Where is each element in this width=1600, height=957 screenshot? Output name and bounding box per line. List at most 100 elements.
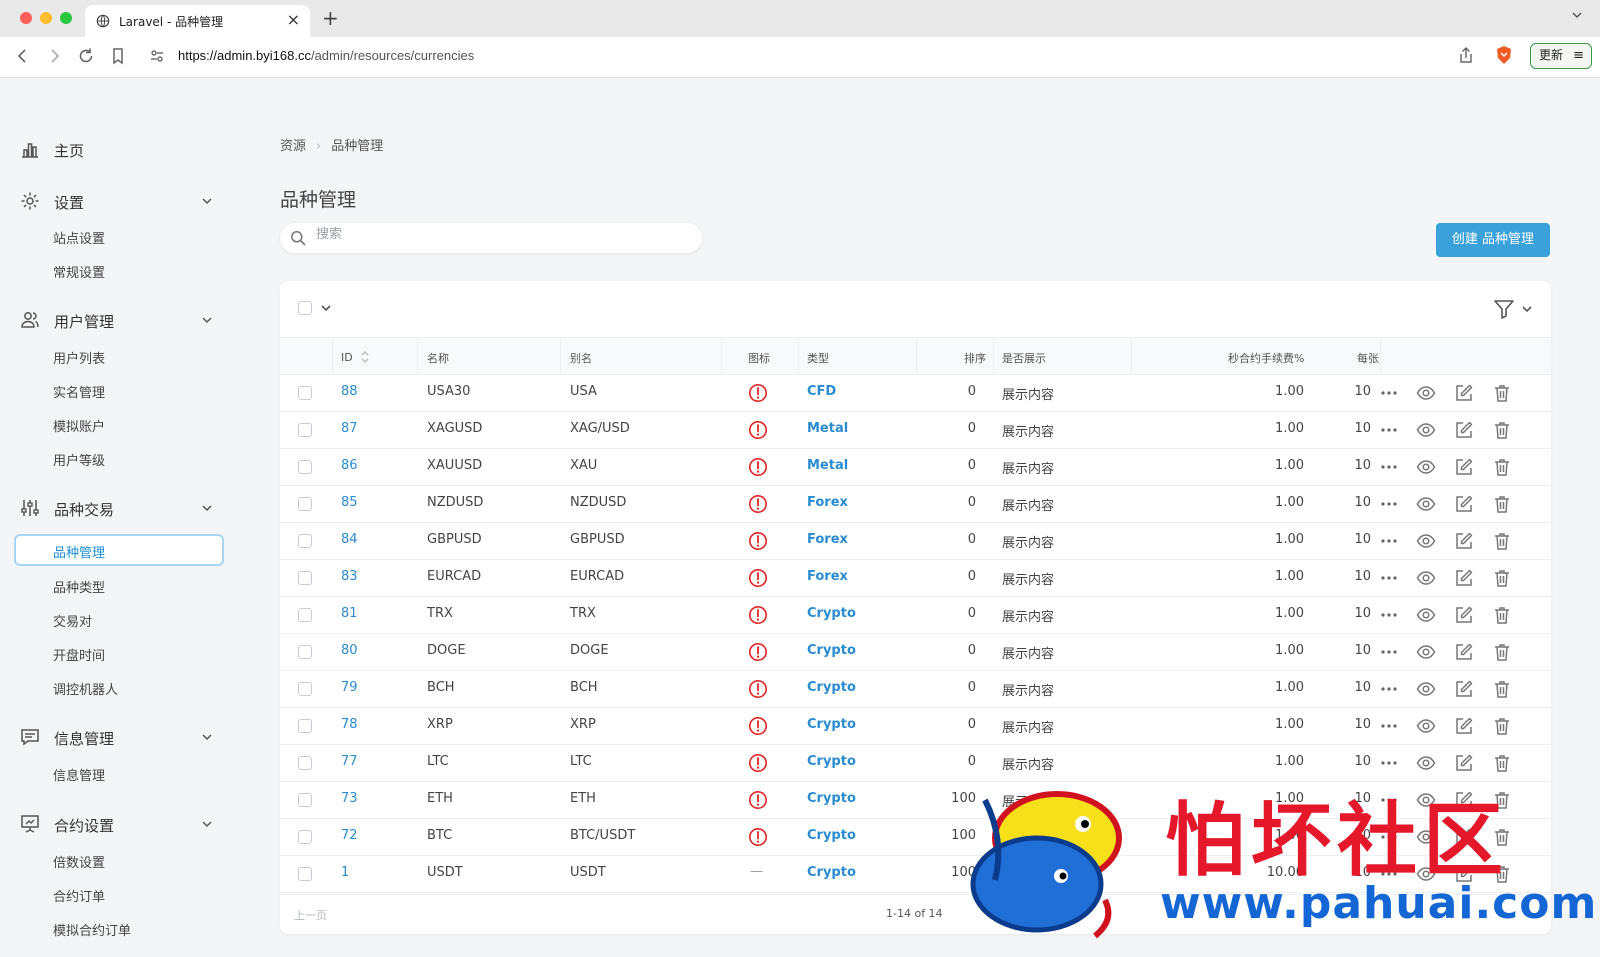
trash-icon[interactable] — [1492, 605, 1512, 625]
bookmark-icon[interactable] — [107, 45, 129, 67]
sidebar-item-general-settings[interactable]: 常规设置 — [14, 254, 224, 286]
row-checkbox[interactable] — [298, 719, 312, 733]
eye-icon[interactable] — [1416, 457, 1436, 477]
row-type-link[interactable]: Crypto — [807, 754, 856, 769]
sidebar-item-demo-contract-orders[interactable]: 模拟合约订单 — [14, 912, 224, 944]
trash-icon[interactable] — [1492, 457, 1512, 477]
trash-icon[interactable] — [1492, 531, 1512, 551]
sidebar-item-leverage-settings[interactable]: 倍数设置 — [14, 844, 224, 876]
row-type-link[interactable]: Forex — [807, 495, 848, 510]
row-type-link[interactable]: Crypto — [807, 606, 856, 621]
share-icon[interactable] — [1458, 46, 1474, 64]
search-input[interactable] — [316, 227, 686, 242]
eye-icon[interactable] — [1416, 531, 1436, 551]
forward-icon[interactable] — [43, 45, 65, 67]
sidebar-item-control-bot[interactable]: 调控机器人 — [14, 671, 224, 703]
create-currency-button[interactable]: 创建 品种管理 — [1436, 223, 1550, 257]
edit-icon[interactable] — [1454, 531, 1474, 551]
row-checkbox[interactable] — [298, 867, 312, 881]
trash-icon[interactable] — [1492, 568, 1512, 588]
edit-icon[interactable] — [1454, 753, 1474, 773]
sidebar-item-user-list[interactable]: 用户列表 — [14, 340, 224, 372]
more-icon[interactable] — [1379, 531, 1399, 551]
sidebar-group-messages[interactable]: 信息管理 — [20, 726, 220, 750]
edit-icon[interactable] — [1454, 679, 1474, 699]
minimize-window-button[interactable] — [40, 12, 52, 24]
trash-icon[interactable] — [1492, 383, 1512, 403]
sidebar-item-trading-pairs[interactable]: 交易对 — [14, 603, 224, 635]
update-button[interactable]: 更新 ≡ — [1530, 43, 1592, 69]
more-icon[interactable] — [1379, 494, 1399, 514]
row-type-link[interactable]: Metal — [807, 421, 848, 436]
more-icon[interactable] — [1379, 457, 1399, 477]
row-id-link[interactable]: 79 — [341, 680, 358, 695]
new-tab-icon[interactable]: + — [322, 6, 339, 30]
reload-icon[interactable] — [75, 45, 97, 67]
breadcrumb-root-link[interactable]: 资源 — [280, 139, 306, 154]
row-type-link[interactable]: Crypto — [807, 828, 856, 843]
row-type-link[interactable]: Crypto — [807, 680, 856, 695]
eye-icon[interactable] — [1416, 642, 1436, 662]
select-menu-chevron-icon[interactable] — [320, 302, 332, 314]
row-id-link[interactable]: 83 — [341, 569, 358, 584]
row-id-link[interactable]: 80 — [341, 643, 358, 658]
more-icon[interactable] — [1379, 679, 1399, 699]
row-checkbox[interactable] — [298, 756, 312, 770]
row-checkbox[interactable] — [298, 608, 312, 622]
more-icon[interactable] — [1379, 716, 1399, 736]
sidebar-group-settings[interactable]: 设置 — [20, 190, 220, 214]
row-checkbox[interactable] — [298, 682, 312, 696]
browser-tab[interactable]: Laravel - 品种管理 × — [85, 5, 310, 37]
eye-icon[interactable] — [1416, 420, 1436, 440]
row-checkbox[interactable] — [298, 386, 312, 400]
row-checkbox[interactable] — [298, 793, 312, 807]
sidebar-item-user-levels[interactable]: 用户等级 — [14, 442, 224, 474]
sidebar-group-users[interactable]: 用户管理 — [20, 309, 220, 333]
eye-icon[interactable] — [1416, 605, 1436, 625]
sidebar-group-trading[interactable]: 品种交易 — [20, 497, 220, 521]
more-icon[interactable] — [1379, 383, 1399, 403]
edit-icon[interactable] — [1454, 605, 1474, 625]
filter-icon[interactable] — [1493, 298, 1515, 320]
eye-icon[interactable] — [1416, 753, 1436, 773]
row-id-link[interactable]: 87 — [341, 421, 358, 436]
sidebar-item-home[interactable]: 主页 — [20, 138, 220, 162]
sidebar-group-contracts[interactable]: 合约设置 — [20, 813, 220, 837]
row-id-link[interactable]: 77 — [341, 754, 358, 769]
sidebar-item-market-hours[interactable]: 开盘时间 — [14, 637, 224, 669]
trash-icon[interactable] — [1492, 642, 1512, 662]
row-id-link[interactable]: 84 — [341, 532, 358, 547]
row-id-link[interactable]: 86 — [341, 458, 358, 473]
row-checkbox[interactable] — [298, 423, 312, 437]
row-checkbox[interactable] — [298, 571, 312, 585]
edit-icon[interactable] — [1454, 494, 1474, 514]
edit-icon[interactable] — [1454, 716, 1474, 736]
edit-icon[interactable] — [1454, 420, 1474, 440]
edit-icon[interactable] — [1454, 642, 1474, 662]
eye-icon[interactable] — [1416, 568, 1436, 588]
row-type-link[interactable]: Forex — [807, 532, 848, 547]
sidebar-item-kyc[interactable]: 实名管理 — [14, 374, 224, 406]
row-checkbox[interactable] — [298, 534, 312, 548]
maximize-window-button[interactable] — [60, 12, 72, 24]
row-type-link[interactable]: Crypto — [807, 791, 856, 806]
row-checkbox[interactable] — [298, 497, 312, 511]
row-type-link[interactable]: Crypto — [807, 717, 856, 732]
more-icon[interactable] — [1379, 605, 1399, 625]
sidebar-item-demo-accounts[interactable]: 模拟账户 — [14, 408, 224, 440]
address-bar[interactable]: https://admin.byi168.cc/admin/resources/… — [142, 42, 1462, 72]
trash-icon[interactable] — [1492, 753, 1512, 773]
sidebar-item-currency-management[interactable]: 品种管理 — [14, 534, 224, 566]
close-window-button[interactable] — [20, 12, 32, 24]
row-type-link[interactable]: Metal — [807, 458, 848, 473]
tab-close-icon[interactable]: × — [287, 10, 300, 29]
more-icon[interactable] — [1379, 753, 1399, 773]
row-checkbox[interactable] — [298, 645, 312, 659]
eye-icon[interactable] — [1416, 383, 1436, 403]
row-id-link[interactable]: 88 — [341, 384, 358, 399]
row-type-link[interactable]: Crypto — [807, 643, 856, 658]
edit-icon[interactable] — [1454, 568, 1474, 588]
row-id-link[interactable]: 72 — [341, 828, 358, 843]
more-icon[interactable] — [1379, 642, 1399, 662]
row-checkbox[interactable] — [298, 460, 312, 474]
